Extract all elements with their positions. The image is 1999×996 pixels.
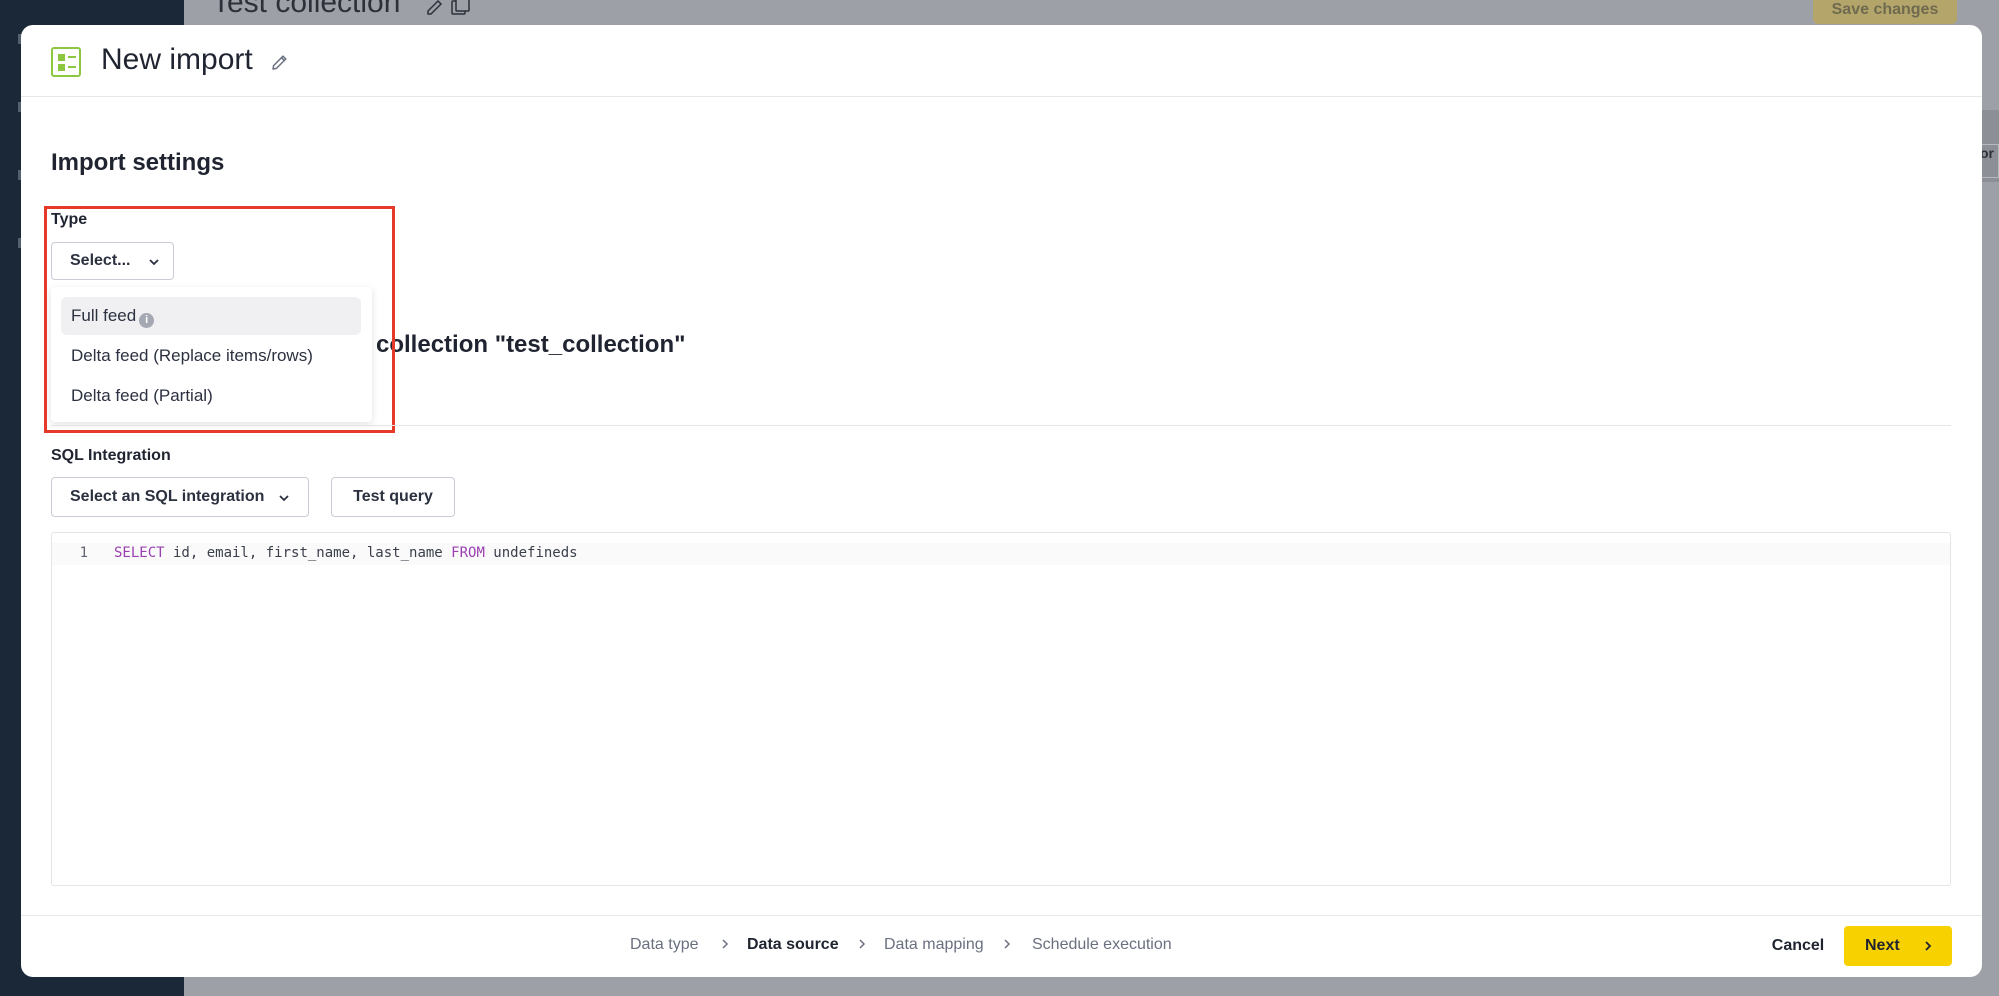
next-button[interactable]: Next (1844, 926, 1952, 966)
edit-copy-icons (427, 0, 470, 15)
chevron-right-icon (859, 939, 866, 949)
type-label: Type (51, 211, 88, 228)
sql-table: undefineds (484, 545, 578, 561)
chevron-down-icon (149, 259, 159, 266)
type-dropdown-menu: Full feed i Delta feed (Replace items/row… (51, 287, 372, 422)
wizard-steps: Data type Data source Data mapping Sched… (21, 916, 1982, 977)
option-label: Full feed (71, 306, 137, 325)
dropdown-option-full-feed[interactable]: Full feed i (61, 297, 361, 335)
step-data-source[interactable]: Data source (747, 936, 839, 954)
next-button-label: Next (1865, 937, 1900, 954)
background-save-button: Save changes (1813, 0, 1957, 24)
collection-heading: collection "test_collection" (376, 331, 686, 358)
sql-keyword-select: SELECT (114, 545, 165, 561)
sql-columns: id, email, first_name, last_name (164, 545, 452, 561)
import-list-icon (51, 47, 81, 77)
section-divider (51, 425, 1951, 426)
type-select-value: Select... (70, 252, 131, 269)
sql-integration-label: SQL Integration (51, 447, 171, 464)
option-label: Delta feed (Partial) (71, 386, 213, 405)
modal-header: New import (21, 25, 1982, 97)
new-import-modal: New import Import settings Type Select..… (21, 25, 1982, 977)
sql-code-editor[interactable]: 1 SELECT id, email, first_name, last_nam… (51, 532, 1951, 886)
chevron-right-icon (1004, 939, 1011, 949)
test-query-button[interactable]: Test query (331, 477, 455, 517)
line-number: 1 (79, 545, 88, 561)
sql-query-text[interactable]: SELECT id, email, first_name, last_name … (114, 545, 578, 561)
sql-integration-select-value: Select an SQL integration (70, 488, 265, 505)
dropdown-option-delta-partial[interactable]: Delta feed (Partial) (61, 377, 361, 415)
modal-title: New import (101, 43, 253, 76)
sql-keyword-from: FROM (451, 545, 485, 561)
info-icon[interactable]: i (139, 313, 155, 328)
chevron-right-icon (1925, 941, 1932, 951)
cancel-button[interactable]: Cancel (1768, 926, 1828, 966)
background-tab-fragment: or (1979, 144, 1999, 178)
type-select[interactable]: Select... (51, 242, 174, 280)
option-label: Delta feed (Replace items/rows) (71, 346, 313, 365)
step-schedule-execution[interactable]: Schedule execution (1032, 936, 1172, 954)
modal-footer: Data type Data source Data mapping Sched… (21, 915, 1982, 977)
sql-integration-select[interactable]: Select an SQL integration (51, 477, 309, 517)
step-data-type[interactable]: Data type (630, 936, 698, 954)
import-settings-heading: Import settings (51, 149, 225, 176)
chevron-down-icon (279, 495, 289, 502)
background-title-icons (426, 0, 472, 23)
background-page-title: Test collection (212, 0, 401, 19)
step-data-mapping[interactable]: Data mapping (884, 936, 984, 954)
edit-title-icon[interactable] (271, 53, 289, 71)
chevron-right-icon (722, 939, 729, 949)
dropdown-option-delta-replace[interactable]: Delta feed (Replace items/rows) (61, 337, 361, 375)
